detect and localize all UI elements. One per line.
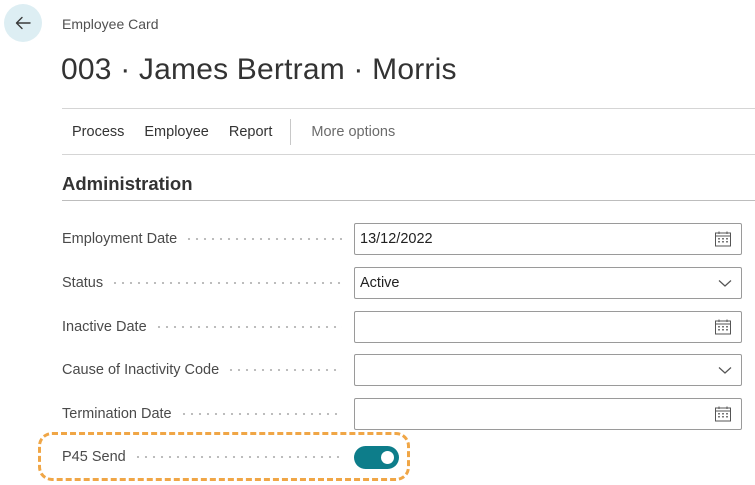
cause-of-inactivity-row: Cause of Inactivity Code [62, 353, 742, 387]
divider [62, 108, 755, 109]
more-options-action[interactable]: More options [301, 117, 405, 147]
process-action[interactable]: Process [62, 117, 134, 147]
employment-date-label-wrap: Employment Date [62, 231, 354, 247]
calendar-icon[interactable] [714, 406, 732, 422]
arrow-left-icon [15, 16, 31, 30]
divider [62, 154, 755, 155]
chevron-down-icon[interactable] [718, 365, 732, 375]
report-action[interactable]: Report [219, 117, 283, 147]
action-bar: Process Employee Report More options [62, 110, 405, 154]
leader-dots [185, 238, 342, 240]
section-title[interactable]: Administration [62, 173, 193, 195]
employment-date-row: Employment Date 13/12/2022 [62, 222, 742, 256]
status-label-wrap: Status [62, 275, 354, 291]
termination-date-label-wrap: Termination Date [62, 406, 354, 422]
cause-of-inactivity-label-wrap: Cause of Inactivity Code [62, 362, 354, 378]
calendar-icon[interactable] [714, 231, 732, 247]
page-caption: Employee Card [62, 16, 159, 32]
employment-date-label: Employment Date [62, 231, 178, 247]
status-value: Active [360, 275, 400, 291]
status-label: Status [62, 275, 104, 291]
inactive-date-row: Inactive Date [62, 310, 742, 344]
inactive-date-label: Inactive Date [62, 319, 147, 335]
page-title: 003 · James Bertram · Morris [61, 53, 457, 86]
leader-dots [179, 413, 342, 415]
leader-dots [111, 282, 342, 284]
termination-date-row: Termination Date [62, 397, 742, 431]
calendar-icon[interactable] [714, 319, 732, 335]
highlight-outline [38, 432, 410, 481]
leader-dots [227, 369, 342, 371]
status-row: Status Active [62, 266, 742, 300]
action-separator [290, 119, 292, 145]
chevron-down-icon[interactable] [718, 278, 732, 288]
status-select[interactable]: Active [354, 267, 742, 299]
employee-action[interactable]: Employee [134, 117, 218, 147]
inactive-date-field[interactable] [354, 311, 742, 343]
cause-of-inactivity-select[interactable] [354, 354, 742, 386]
termination-date-label: Termination Date [62, 406, 172, 422]
section-divider [62, 200, 755, 201]
employment-date-field[interactable]: 13/12/2022 [354, 223, 742, 255]
back-button[interactable] [4, 4, 42, 42]
termination-date-field[interactable] [354, 398, 742, 430]
leader-dots [154, 326, 342, 328]
cause-of-inactivity-label: Cause of Inactivity Code [62, 362, 220, 378]
employment-date-value: 13/12/2022 [360, 231, 433, 247]
inactive-date-label-wrap: Inactive Date [62, 319, 354, 335]
